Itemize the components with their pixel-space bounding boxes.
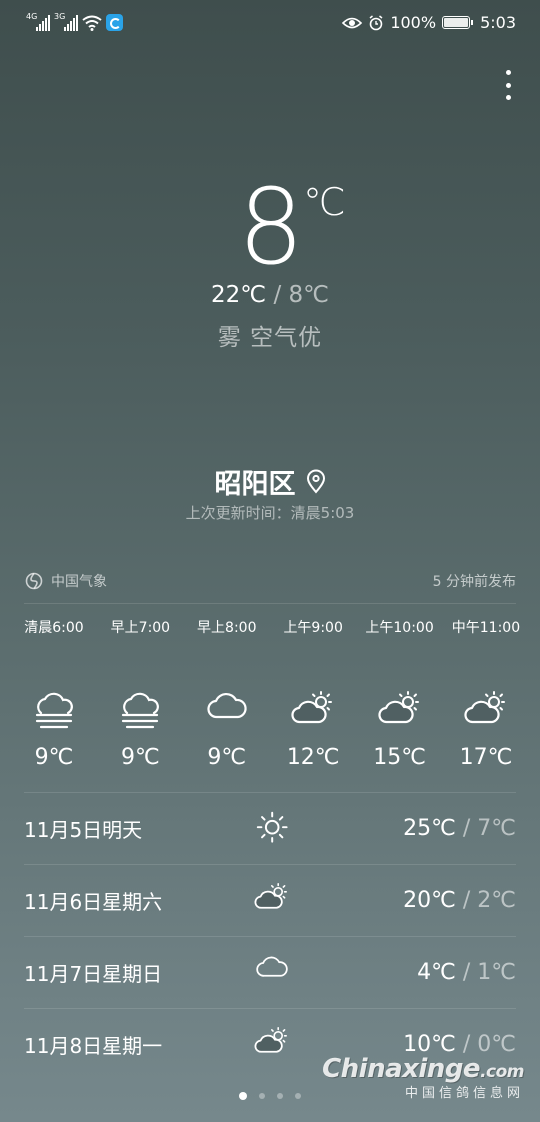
cma-logo-icon bbox=[25, 572, 43, 590]
cloudy-icon bbox=[185, 691, 269, 731]
data-source-name: 中国气象 bbox=[51, 574, 107, 590]
today-high: 22℃ bbox=[211, 282, 267, 308]
hourly-time: 中午11:00 bbox=[451, 620, 521, 636]
status-bar-right: 100% 5:03 bbox=[342, 13, 516, 32]
page-dot bbox=[277, 1093, 283, 1099]
partly-cloudy-icon bbox=[444, 691, 528, 731]
partly-cloudy-icon bbox=[358, 691, 442, 731]
daily-forecast: 11月5日明天 25℃ / 7℃ 11月6日星期六 20℃ / 2℃ 11月7日星期日 4… bbox=[24, 792, 516, 1080]
battery-percent: 100% bbox=[390, 13, 437, 32]
cloudy-icon bbox=[252, 955, 292, 991]
today-low: 8℃ bbox=[288, 282, 329, 308]
status-bar: 4G 3G 100% 5:03 bbox=[0, 0, 540, 48]
daily-range: 25℃ / 7℃ bbox=[403, 816, 516, 841]
eye-comfort-icon bbox=[342, 17, 363, 28]
daily-high: 20℃ bbox=[403, 888, 456, 913]
wifi-icon bbox=[82, 15, 102, 31]
page-dot bbox=[239, 1092, 247, 1100]
daily-low: 7℃ bbox=[477, 816, 516, 841]
daily-row[interactable]: 11月6日星期六 20℃ / 2℃ bbox=[24, 864, 516, 936]
hourly-time: 上午9:00 bbox=[283, 620, 343, 636]
daily-separator: / bbox=[462, 816, 471, 841]
page-dot bbox=[295, 1093, 301, 1099]
hourly-item: 上午9:00 12℃ bbox=[271, 617, 355, 770]
hourly-temp: 9℃ bbox=[207, 745, 247, 770]
watermark-brand-suffix: .com bbox=[480, 1062, 524, 1082]
last-updated-time: 上次更新时间：清晨5:03 bbox=[185, 504, 355, 522]
location-pin-icon bbox=[306, 469, 325, 494]
current-temperature-value: 8 bbox=[237, 166, 304, 288]
publish-time: 5 分钟前发布 bbox=[432, 574, 516, 590]
daily-row[interactable]: 11月7日星期日 4℃ / 1℃ bbox=[24, 936, 516, 1008]
more-dot bbox=[505, 70, 511, 75]
daily-high: 25℃ bbox=[403, 816, 456, 841]
location-selector[interactable]: 昭阳区 bbox=[0, 462, 540, 501]
daily-range: 4℃ / 1℃ bbox=[417, 960, 516, 985]
partly-cloudy-icon bbox=[271, 691, 355, 731]
more-dot bbox=[505, 95, 511, 100]
hourly-time: 早上7:00 bbox=[110, 620, 171, 636]
hourly-item: 早上7:00 9℃ bbox=[98, 617, 182, 770]
location-name: 昭阳区 bbox=[214, 469, 296, 500]
hourly-time: 清晨6:00 bbox=[24, 620, 84, 636]
data-source-row: 中国气象 5 分钟前发布 bbox=[25, 571, 516, 591]
hourly-item: 中午11:00 17℃ bbox=[444, 617, 528, 770]
app-notification-icon bbox=[106, 14, 123, 31]
divider bbox=[24, 603, 516, 604]
alarm-icon bbox=[369, 14, 383, 30]
watermark-brand: Chinaxinge.com bbox=[322, 1054, 524, 1084]
hourly-temp: 17℃ bbox=[459, 745, 513, 770]
hourly-temp: 12℃ bbox=[286, 745, 340, 770]
hourly-item: 早上8:00 9℃ bbox=[185, 617, 269, 770]
hourly-temp: 15℃ bbox=[373, 745, 426, 770]
battery-icon bbox=[442, 16, 474, 29]
status-bar-left: 4G 3G bbox=[26, 12, 123, 31]
fog-icon bbox=[12, 691, 96, 731]
data-source: 中国气象 bbox=[25, 571, 107, 591]
daily-low: 1℃ bbox=[477, 960, 516, 985]
hourly-time: 早上8:00 bbox=[197, 620, 257, 636]
daily-date: 11月8日星期一 bbox=[24, 1034, 163, 1058]
clock: 5:03 bbox=[480, 13, 516, 32]
more-dot bbox=[505, 82, 511, 88]
watermark-chinese: 中国信鸽信息网 bbox=[404, 1086, 524, 1101]
daily-separator: / bbox=[462, 888, 471, 913]
hourly-temp: 9℃ bbox=[121, 745, 160, 770]
more-options-button[interactable] bbox=[504, 70, 512, 100]
daily-date: 11月7日星期日 bbox=[24, 962, 163, 986]
hourly-item: 上午10:00 15℃ bbox=[358, 617, 442, 770]
fog-icon bbox=[98, 691, 182, 731]
page-dot bbox=[259, 1093, 265, 1099]
high-low-separator: / bbox=[273, 282, 282, 308]
current-temperature: 8 ℃ bbox=[0, 172, 540, 282]
partly-cloudy-icon bbox=[252, 883, 292, 919]
daily-date: 11月5日明天 bbox=[24, 818, 143, 842]
daily-high: 4℃ bbox=[417, 960, 456, 985]
network-type-label-2: 3G bbox=[54, 12, 66, 21]
daily-separator: / bbox=[462, 960, 471, 985]
daily-range: 20℃ / 2℃ bbox=[403, 888, 516, 913]
daily-row[interactable]: 11月5日明天 25℃ / 7℃ bbox=[24, 792, 516, 864]
daily-date: 11月6日星期六 bbox=[24, 890, 163, 914]
watermark: Chinaxinge.com 中国信鸽信息网 bbox=[322, 1054, 524, 1101]
today-high-low: 22℃ / 8℃ bbox=[0, 282, 540, 308]
watermark-brand-name: Chinaxinge bbox=[322, 1054, 481, 1084]
network-type-label: 4G bbox=[26, 12, 38, 21]
current-condition: 雾 空气优 bbox=[217, 325, 323, 351]
partly-cloudy-icon bbox=[252, 1027, 292, 1063]
cellular-signal-icon: 4G bbox=[26, 12, 50, 31]
hourly-temp: 9℃ bbox=[34, 745, 74, 770]
cellular-signal-icon-2: 3G bbox=[54, 12, 78, 31]
hourly-time: 上午10:00 bbox=[365, 620, 434, 636]
hourly-item: 清晨6:00 9℃ bbox=[12, 617, 96, 770]
daily-low: 2℃ bbox=[477, 888, 516, 913]
hourly-forecast[interactable]: 清晨6:00 9℃ 早上7:00 9℃ 早上8:00 9℃ 上午9:00 12℃ 上午10:00… bbox=[12, 617, 528, 770]
temperature-unit: ℃ bbox=[303, 180, 346, 224]
sunny-icon bbox=[252, 811, 292, 847]
